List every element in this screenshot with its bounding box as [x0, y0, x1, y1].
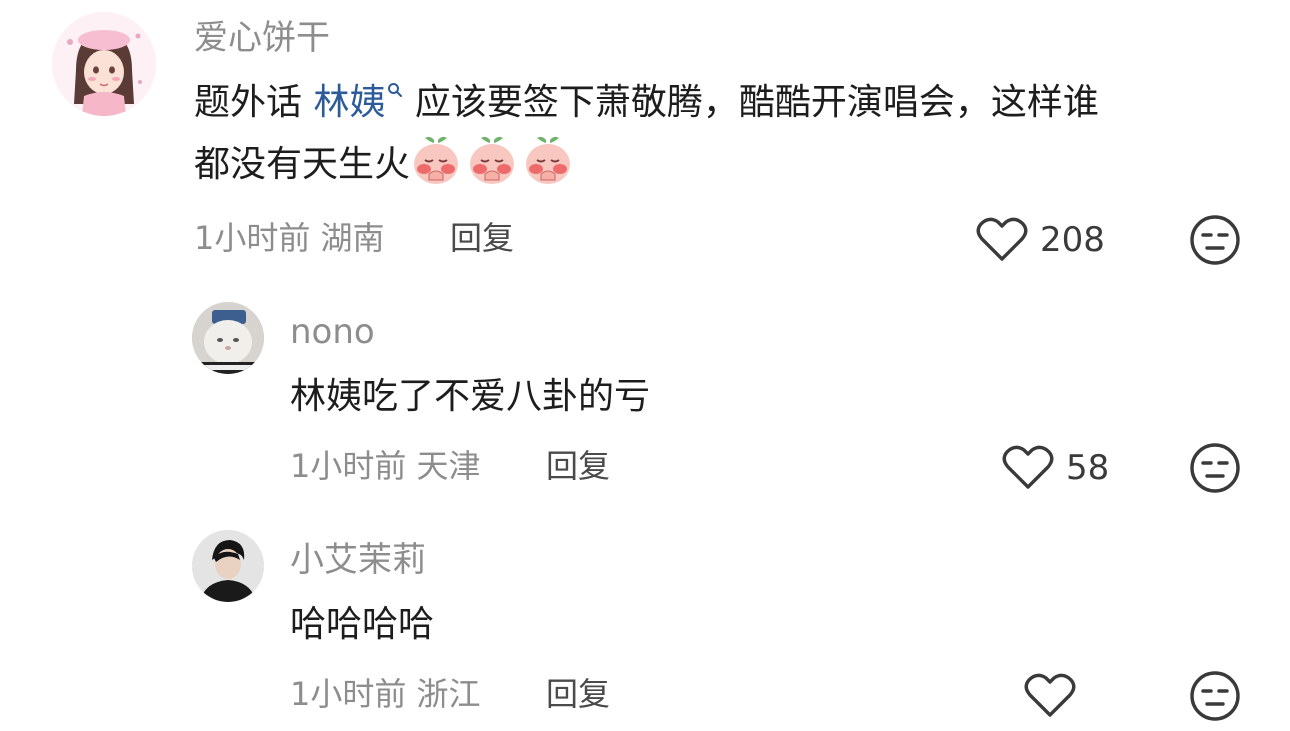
location: 天津 [416, 447, 481, 485]
heart-icon [976, 216, 1028, 262]
heart-icon [1024, 672, 1076, 718]
reply-comment-item: nono 林姨吃了不爱八卦的亏 1小时前 天津 回复 58 [0, 290, 1290, 510]
reply-button[interactable]: 回复 [546, 446, 610, 486]
dislike-button[interactable] [1189, 442, 1241, 494]
peach-emoji [410, 134, 462, 186]
username[interactable]: 小艾茉莉 [290, 540, 426, 580]
comment-text-prefix: 题外话 [194, 82, 314, 123]
peach-emoji [466, 134, 518, 186]
like-button[interactable] [1024, 670, 1084, 720]
avatar[interactable] [192, 302, 264, 374]
comment-meta: 1小时前 浙江 [290, 674, 481, 714]
peach-emoji [522, 134, 574, 186]
search-icon [387, 82, 403, 98]
comment-text: 林姨吃了不爱八卦的亏 [290, 376, 651, 417]
like-count: 208 [1040, 220, 1105, 260]
avatar[interactable] [52, 12, 156, 116]
mention-link[interactable]: 林姨 [313, 82, 403, 123]
avatar[interactable] [192, 530, 264, 602]
like-button[interactable]: 58 [1002, 442, 1122, 492]
comment-meta: 1小时前 湖南 [194, 218, 385, 258]
dislike-button[interactable] [1189, 670, 1241, 722]
location: 浙江 [416, 675, 481, 713]
mention-label: 林姨 [313, 82, 386, 123]
username[interactable]: nono [290, 312, 375, 352]
comment-text-line1: 应该要签下萧敬腾，酷酷开演唱会，这样谁 [403, 82, 1099, 123]
reply-comment-item: 小艾茉莉 哈哈哈哈 1小时前 浙江 回复 [0, 518, 1290, 731]
reply-button[interactable]: 回复 [450, 218, 514, 258]
comment-meta: 1小时前 天津 [290, 446, 481, 486]
reply-button[interactable]: 回复 [546, 674, 610, 714]
username[interactable]: 爱心饼干 [194, 18, 330, 58]
comment-item: 爱心饼干 题外话 林姨 应该要签下萧敬腾，酷酷开演唱会，这样谁 都没有天生火 1… [0, 0, 1290, 290]
timestamp: 1小时前 [290, 675, 407, 713]
location: 湖南 [320, 219, 385, 257]
dislike-face-icon [1189, 670, 1241, 722]
like-button[interactable]: 208 [976, 214, 1136, 264]
comment-text: 题外话 林姨 应该要签下萧敬腾，酷酷开演唱会，这样谁 都没有天生火 [194, 72, 1254, 196]
dislike-button[interactable] [1189, 214, 1241, 266]
heart-icon [1002, 444, 1054, 490]
dislike-face-icon [1189, 442, 1241, 494]
comment-text: 哈哈哈哈 [290, 604, 435, 645]
timestamp: 1小时前 [290, 447, 407, 485]
like-count: 58 [1066, 448, 1110, 488]
dislike-face-icon [1189, 214, 1241, 266]
comment-text-line2: 都没有天生火 [194, 144, 411, 185]
timestamp: 1小时前 [194, 219, 311, 257]
